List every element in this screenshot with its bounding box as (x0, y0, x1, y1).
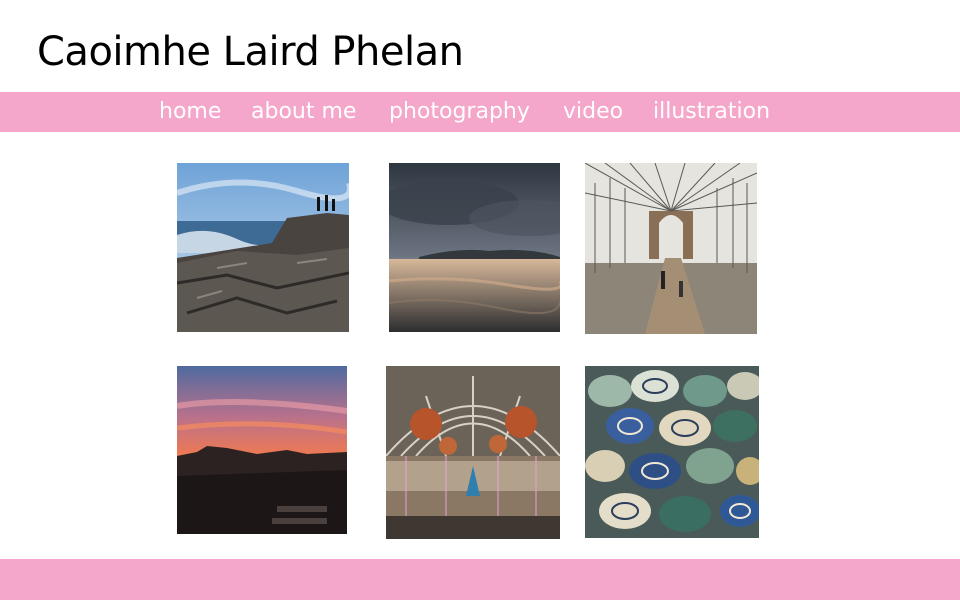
gallery-thumbnail-beach-sunset[interactable] (389, 163, 560, 332)
coast-rocks-image (177, 163, 349, 332)
beach-sunset-image (389, 163, 560, 332)
site-title: Caoimhe Laird Phelan (37, 29, 464, 75)
rooftop-sunset-image (177, 366, 347, 534)
pottery-image (585, 366, 759, 538)
nav-bar: home about me photography video illustra… (0, 92, 960, 132)
nav-link-photography[interactable]: photography (389, 98, 530, 126)
footer-bar (0, 559, 960, 600)
nav-link-video[interactable]: video (563, 98, 623, 126)
nav-link-about-me[interactable]: about me (251, 98, 356, 126)
gallery-thumbnail-pottery[interactable] (585, 366, 759, 538)
shopping-centre-image (386, 366, 560, 539)
bridge-image (585, 163, 757, 334)
gallery-thumbnail-bridge[interactable] (585, 163, 757, 334)
gallery-thumbnail-shopping-centre[interactable] (386, 366, 560, 539)
gallery-thumbnail-rooftop-sunset[interactable] (177, 366, 347, 534)
nav-link-illustration[interactable]: illustration (653, 98, 770, 126)
gallery-thumbnail-coast-rocks[interactable] (177, 163, 349, 332)
nav-link-home[interactable]: home (159, 98, 221, 126)
